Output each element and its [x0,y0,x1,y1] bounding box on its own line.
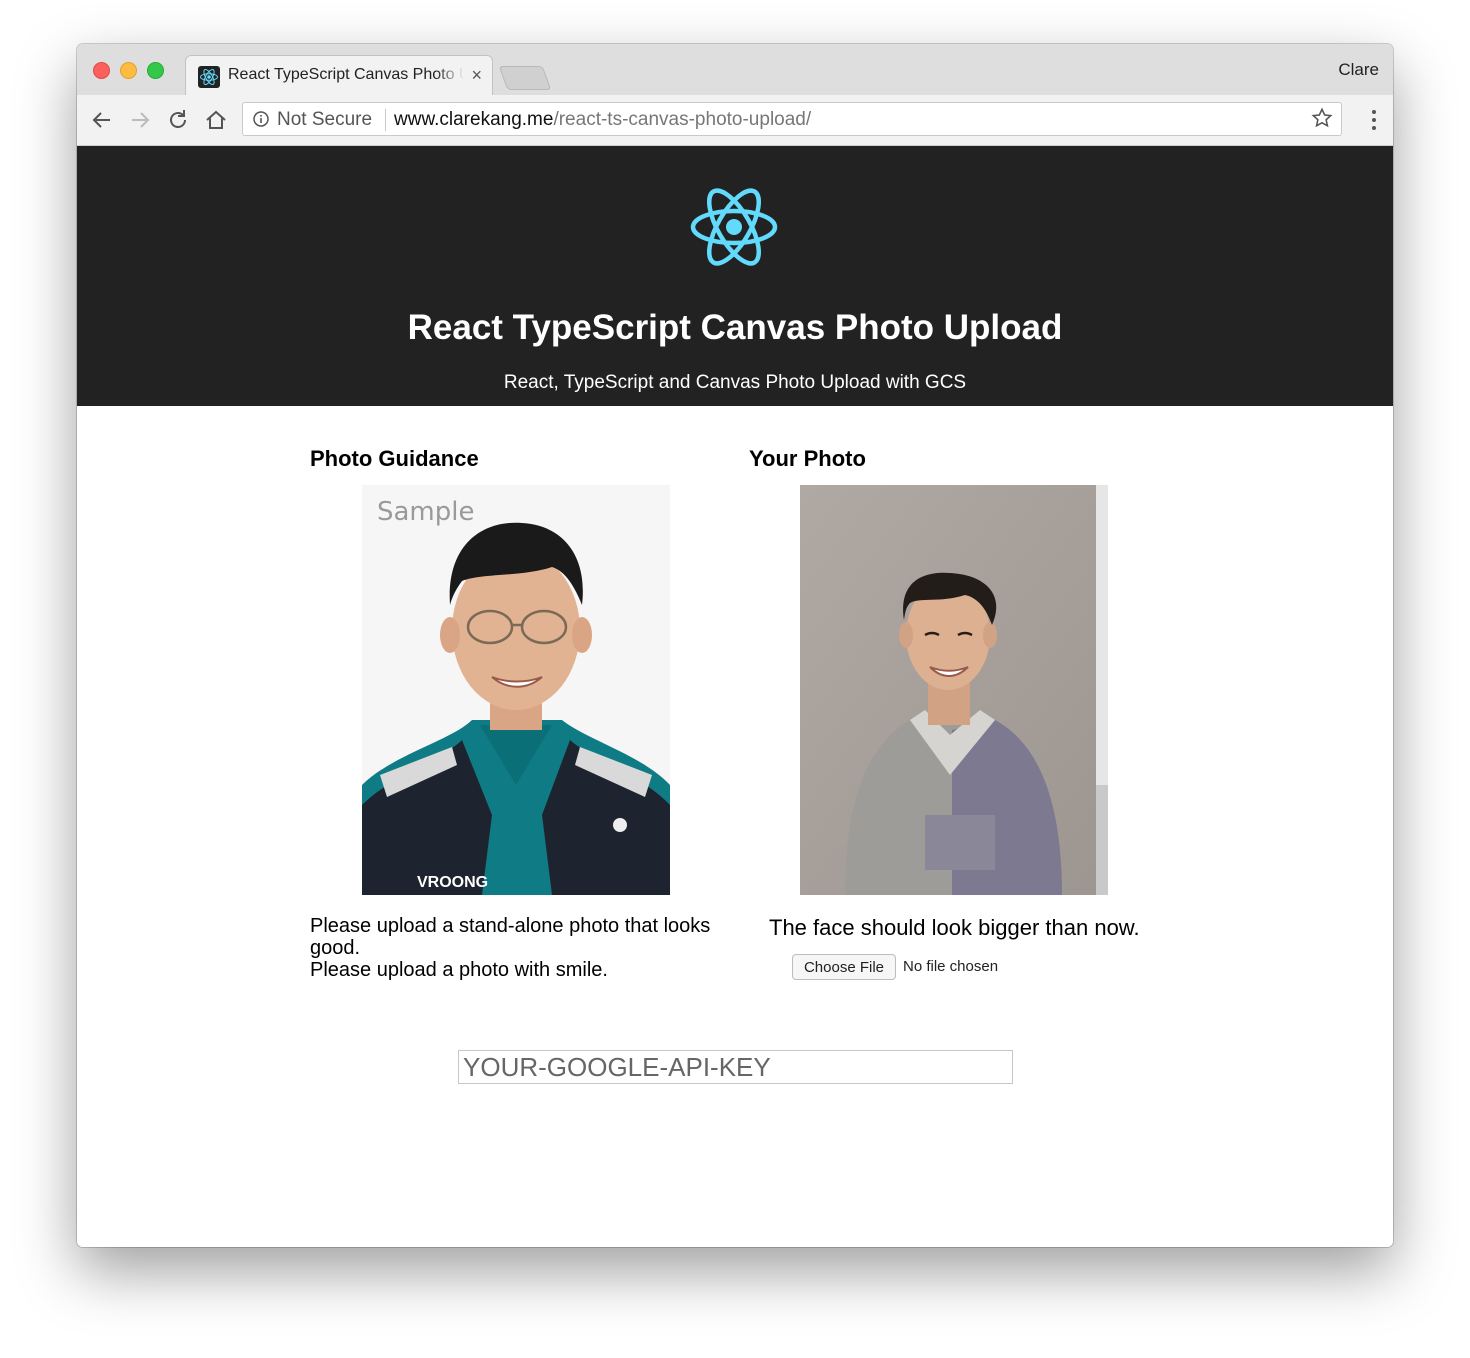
url-host: www.clarekang.me [394,109,554,130]
address-bar[interactable]: Not Secure www.clarekang.me/react-ts-can… [242,102,1342,136]
sample-person-illustration: Sample VROONG [362,485,670,895]
forward-arrow-icon[interactable] [127,107,153,133]
profile-name[interactable]: Clare [1338,60,1379,80]
url-text[interactable]: www.clarekang.me/react-ts-canvas-photo-u… [394,109,811,131]
guidance-line-1: Please upload a stand-alone photo that l… [310,915,711,959]
browser-window: React TypeScript Canvas Photo Upload × C… [77,44,1393,1247]
zoom-window-button[interactable] [147,62,164,79]
omnibox-divider [385,109,386,131]
react-atom-logo [690,188,778,266]
app-title: React TypeScript Canvas Photo Upload [407,308,1063,347]
browser-toolbar: Not Secure www.clarekang.me/react-ts-can… [77,95,1393,146]
file-status-text: No file chosen [903,958,999,975]
your-photo-heading: Your Photo [749,446,866,471]
page-content: React TypeScript Canvas Photo Upload Rea… [77,146,1393,1247]
info-icon[interactable] [253,111,269,127]
reload-icon[interactable] [165,107,191,133]
react-favicon-icon [198,66,220,88]
photo-guidance-heading: Photo Guidance [310,446,479,471]
back-arrow-icon[interactable] [89,107,115,133]
bookmark-star-icon[interactable] [1311,107,1333,135]
vest-text: VROONG [417,874,488,891]
uploaded-photo-canvas [800,485,1108,895]
close-window-button[interactable] [93,62,110,79]
tab-strip: React TypeScript Canvas Photo Upload × C… [77,44,1393,97]
guidance-text: Please upload a stand-alone photo that l… [310,915,720,981]
google-api-key-input[interactable] [458,1050,1013,1084]
minimize-window-button[interactable] [120,62,137,79]
tab-title: React TypeScript Canvas Photo Upload [228,66,464,83]
sample-label: Sample [377,497,475,527]
uploaded-person-illustration [800,485,1108,895]
sample-photo: Sample VROONG [362,485,670,895]
choose-file-button[interactable]: Choose File [792,954,896,980]
guidance-line-2: Please upload a photo with smile. [310,959,608,981]
app-subtitle: React, TypeScript and Canvas Photo Uploa… [503,372,967,393]
security-label: Not Secure [277,109,373,130]
browser-tab[interactable]: React TypeScript Canvas Photo Upload × [185,55,493,97]
app-header: React TypeScript Canvas Photo Upload Rea… [77,146,1393,406]
home-icon[interactable] [203,107,229,133]
url-path: /react-ts-canvas-photo-upload/ [553,109,812,130]
face-size-feedback: The face should look bigger than now. [769,915,1140,940]
new-tab-button[interactable] [498,66,552,90]
kebab-menu-icon[interactable] [1371,107,1377,133]
tab-close-icon[interactable]: × [471,64,482,86]
